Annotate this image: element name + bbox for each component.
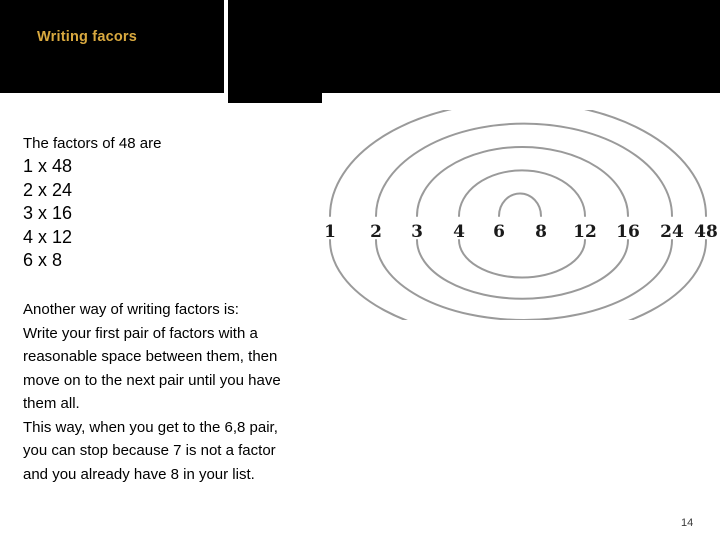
method-paragraph-line: This way, when you get to the 6,8 pair,: [23, 418, 278, 436]
method-paragraph-line: reasonable space between them, then: [23, 348, 278, 365]
rainbow-number: 3: [411, 222, 423, 242]
factor-pair-line: 1 x 48: [23, 156, 73, 176]
rainbow-number: 16: [616, 222, 640, 242]
slide-header-banner: Writing facors: [0, 0, 720, 103]
method-paragraph-line: Write your first pair of factors with a: [23, 324, 258, 342]
method-paragraph-line: and you already have 8 in your list.: [23, 465, 255, 483]
factor-rainbow-diagram: 1 2 3 4 6 8 12 16 24 48: [310, 110, 720, 320]
rainbow-arc-upper: [329, 110, 707, 217]
method-paragraph-block: Another way of writing factors is: Write …: [23, 298, 333, 486]
header-block-right: [322, 0, 720, 93]
rainbow-number: 24: [660, 222, 684, 242]
method-paragraph-line: you can stop because 7 is not a factor: [23, 442, 276, 459]
rainbow-arc-upper: [498, 192, 542, 217]
rainbow-number: 48: [694, 222, 718, 242]
header-block-tab: [228, 0, 322, 103]
rainbow-number: 8: [535, 222, 547, 242]
rainbow-number: 12: [573, 222, 597, 242]
method-paragraph-line: Another way of writing factors is:: [23, 301, 239, 318]
factor-pair-line: 2 x 24: [23, 179, 73, 200]
method-paragraph-line: move on to the next pair until you have: [23, 371, 281, 389]
rainbow-arc-lower: [375, 239, 673, 320]
factor-pairs-container: 1 x 48 2 x 24 3 x 16 4 x 12 6 x 8: [23, 155, 323, 273]
factor-pair-line: 3 x 16: [23, 203, 73, 223]
rainbow-number: 6: [493, 222, 505, 242]
rainbow-number: 4: [453, 222, 465, 242]
factor-list-intro: The factors of 48 are: [23, 135, 162, 152]
header-block-left: [0, 0, 224, 93]
page-number: 14: [681, 517, 694, 529]
slide-title: Writing facors: [37, 29, 138, 45]
rainbow-arc-lower: [329, 239, 707, 320]
rainbow-arc-lower: [458, 239, 586, 279]
factor-pair-line: 6 x 8: [23, 250, 63, 270]
factor-list-block: The factors of 48 are 1 x 48 2 x 24 3 x 16…: [23, 133, 323, 273]
rainbow-arc-lower: [416, 239, 629, 300]
factor-pair-line: 4 x 12: [23, 226, 73, 247]
rainbow-number: 1: [324, 222, 336, 242]
method-paragraph-line: them all.: [23, 395, 80, 412]
rainbow-arc-upper: [416, 146, 629, 217]
rainbow-number: 2: [370, 222, 382, 242]
factor-rainbow-arcs: [329, 110, 707, 320]
